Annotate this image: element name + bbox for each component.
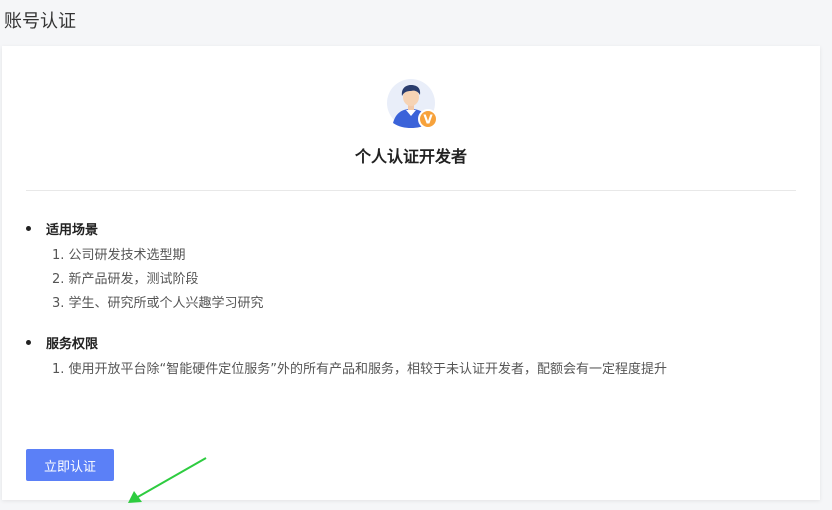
developer-avatar-icon: V (387, 79, 438, 129)
list-item: 3. 学生、研究所或个人兴趣学习研究 (52, 296, 264, 311)
section-title: 适用场景 (46, 222, 99, 238)
bullet-icon (26, 339, 31, 345)
bullet-icon (26, 225, 31, 231)
section-use-cases: 适用场景 1. 公司研发技术选型期 2. 新产品研发，测试阶段 3. 学生、研究… (26, 218, 264, 316)
list-item: 1. 使用开放平台除“智能硬件定位服务”外的所有产品和服务，相较于未认证开发者，… (52, 362, 668, 377)
section-title: 服务权限 (46, 336, 99, 352)
list-item: 1. 公司研发技术选型期 (52, 248, 186, 263)
role-title: 个人认证开发者 (354, 147, 467, 166)
page-title: 账号认证 (4, 11, 76, 32)
green-arrow-icon (128, 457, 207, 503)
divider (26, 190, 796, 191)
certification-card: V 个人认证开发者 适用场景 1. 公司研发技术选型期 2. 新产品研发，测试阶… (2, 46, 820, 503)
verified-badge-text: V (423, 113, 433, 127)
list-item: 2. 新产品研发，测试阶段 (52, 272, 199, 287)
certify-now-button[interactable]: 立即认证 (26, 449, 114, 481)
section-permissions: 服务权限 1. 使用开放平台除“智能硬件定位服务”外的所有产品和服务，相较于未认… (26, 332, 667, 382)
